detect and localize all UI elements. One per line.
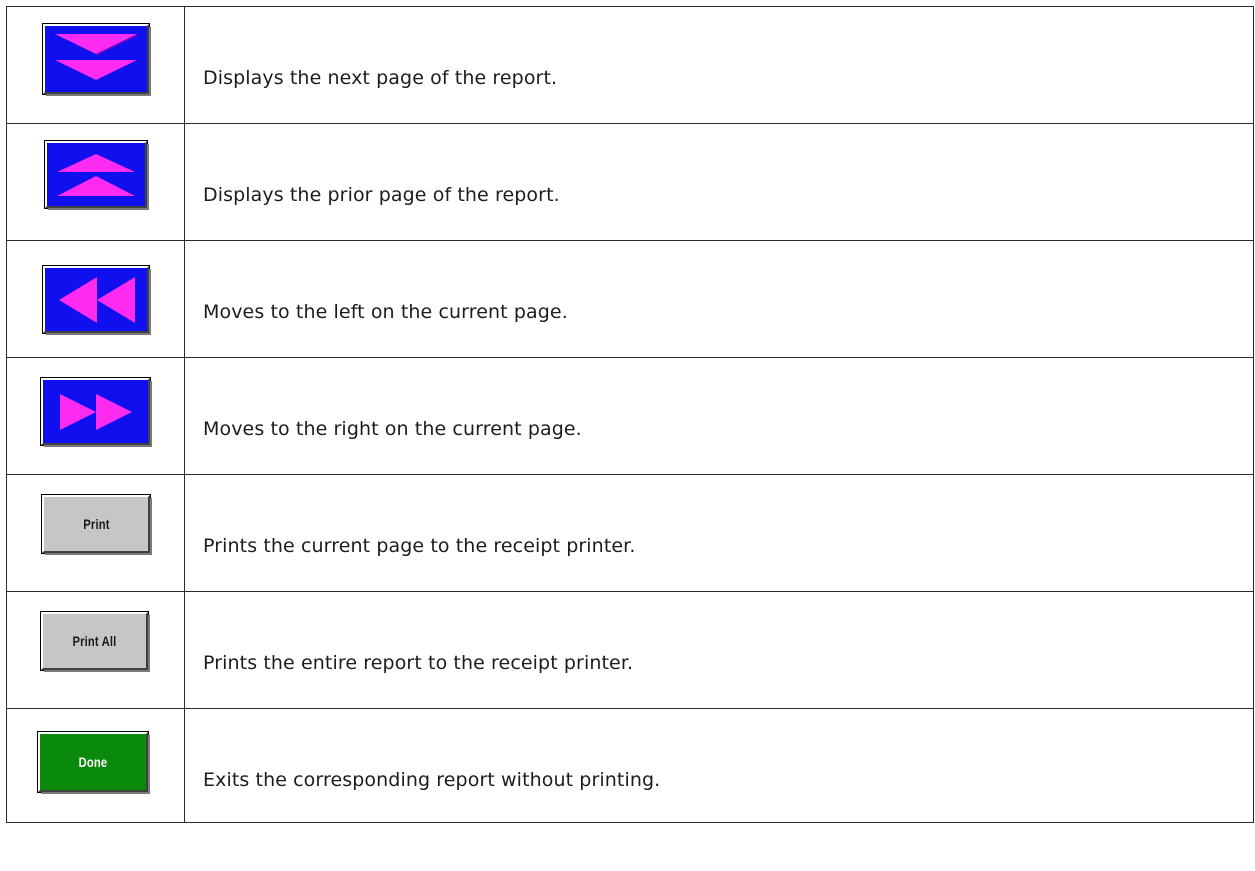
description-cell: Displays the next page of the report. [184, 6, 1254, 124]
button-cell [6, 357, 185, 475]
button-cell [6, 123, 185, 241]
description-cell: Prints the current page to the receipt p… [184, 474, 1254, 592]
description-text: Displays the next page of the report. [203, 67, 558, 89]
button-reference-table: Displays the next page of the report. Di… [6, 6, 1254, 823]
scroll-left-button[interactable] [42, 265, 151, 335]
description-text: Moves to the left on the current page. [203, 301, 568, 323]
button-cell: Done [6, 708, 185, 823]
description-cell: Moves to the right on the current page. [184, 357, 1254, 475]
description-text: Displays the prior page of the report. [203, 184, 560, 206]
button-cell [6, 240, 185, 358]
done-button[interactable]: Done [37, 731, 150, 794]
print-button-label: Print [82, 516, 110, 532]
scroll-left-icon [59, 276, 135, 323]
description-cell: Moves to the left on the current page. [184, 240, 1254, 358]
page-up-icon [57, 153, 135, 196]
table-row: Displays the prior page of the report. [6, 123, 1254, 241]
description-text: Prints the current page to the receipt p… [203, 535, 636, 557]
print-all-button-label: Print All [72, 633, 117, 649]
button-cell: Print [6, 474, 185, 592]
description-text: Prints the entire report to the receipt … [203, 652, 634, 674]
table-row: Print All Prints the entire report to th… [6, 591, 1254, 709]
table-row: Done Exits the corresponding report with… [6, 708, 1254, 823]
prior-page-button[interactable] [44, 140, 149, 210]
button-cell [6, 6, 185, 124]
table-row: Moves to the left on the current page. [6, 240, 1254, 358]
done-button-label: Done [78, 754, 108, 770]
description-cell: Prints the entire report to the receipt … [184, 591, 1254, 709]
description-cell: Exits the corresponding report without p… [184, 708, 1254, 823]
page-down-icon [55, 34, 137, 80]
table-row: Displays the next page of the report. [6, 6, 1254, 124]
description-text: Moves to the right on the current page. [203, 418, 582, 440]
description-cell: Displays the prior page of the report. [184, 123, 1254, 241]
description-text: Exits the corresponding report without p… [203, 769, 661, 791]
table-row: Moves to the right on the current page. [6, 357, 1254, 475]
print-button[interactable]: Print [41, 494, 152, 555]
table-row: Print Prints the current page to the rec… [6, 474, 1254, 592]
scroll-right-icon [59, 393, 132, 430]
scroll-right-button[interactable] [40, 377, 152, 447]
print-all-button[interactable]: Print All [40, 611, 150, 672]
next-page-button[interactable] [42, 23, 151, 96]
button-cell: Print All [6, 591, 185, 709]
